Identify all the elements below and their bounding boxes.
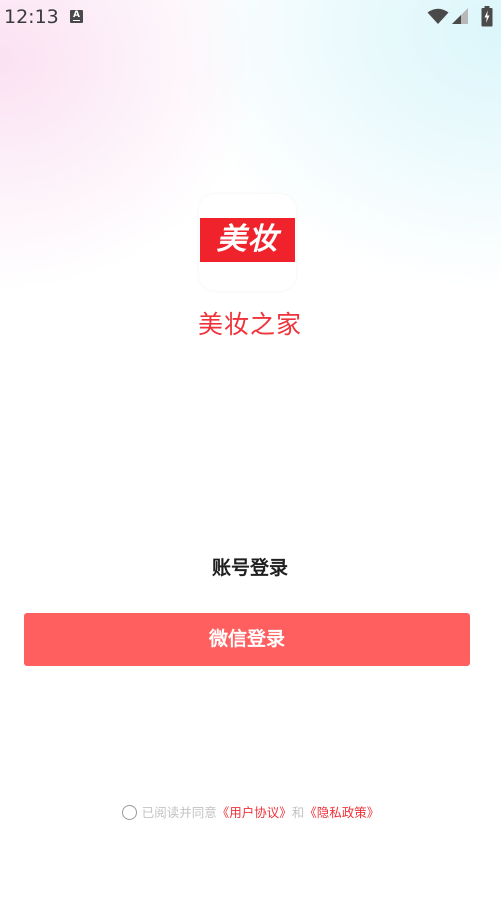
status-time: 12:13 [4, 6, 59, 28]
status-bar: 12:13 A [0, 0, 501, 34]
agreement-conjunction: 和 [291, 805, 305, 820]
agreement-row: 已阅读并同意《用户协议》和《隐私政策》 [0, 802, 501, 822]
app-name: 美妆之家 [197, 310, 302, 339]
logo-banner: 美妆 [200, 218, 295, 262]
battery-icon [481, 6, 493, 27]
agreement-prefix: 已阅读并同意 [141, 805, 217, 820]
wechat-login-button[interactable]: 微信登录 [24, 613, 470, 666]
notification-icon: A [70, 10, 83, 23]
wifi-icon [427, 8, 449, 24]
background-gradient [0, 0, 501, 904]
user-agreement-link[interactable]: 《用户协议》 [217, 805, 292, 820]
agree-checkbox[interactable] [121, 805, 137, 820]
privacy-policy-link[interactable]: 《隐私政策》 [304, 805, 379, 820]
logo-text: 美妆 [216, 222, 279, 257]
signal-icon [452, 8, 468, 24]
account-login-link[interactable]: 账号登录 [150, 553, 350, 581]
app-logo: 美妆 [199, 194, 296, 291]
wechat-login-label: 微信登录 [208, 628, 285, 650]
